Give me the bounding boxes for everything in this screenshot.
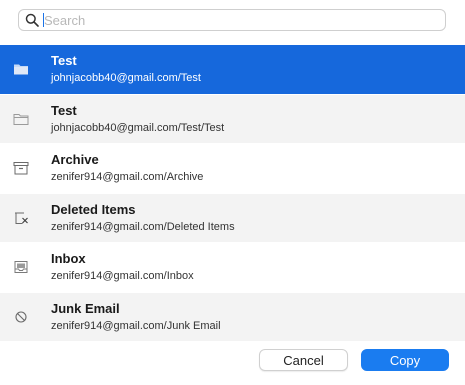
folder-row[interactable]: Test johnjacobb40@gmail.com/Test — [0, 45, 465, 95]
inbox-icon — [14, 261, 28, 273]
copy-button[interactable]: Copy — [361, 349, 449, 371]
folder-name: Inbox — [51, 251, 86, 266]
trash-icon — [15, 212, 28, 224]
folder-path: johnjacobb40@gmail.com/Test — [51, 72, 201, 84]
folder-name: Deleted Items — [51, 201, 136, 217]
folder-path: zenifer914@gmail.com/Archive — [51, 171, 204, 183]
folder-list: Test johnjacobb40@gmail.com/Test Test jo… — [0, 45, 465, 342]
junk-icon — [15, 310, 27, 323]
folder-name: Archive — [51, 152, 99, 167]
folder-name: Junk Email — [51, 300, 120, 316]
cancel-button[interactable]: Cancel — [259, 349, 348, 371]
folder-path: johnjacobb40@gmail.com/Test/Test — [51, 121, 225, 134]
folder-row[interactable]: Junk Email zenifer914@gmail.com/Junk Ema… — [0, 292, 465, 342]
folder-name: Test — [51, 102, 77, 118]
archive-icon — [13, 162, 29, 175]
folder-path: zenifer914@gmail.com/Inbox — [51, 270, 194, 282]
folder-row[interactable]: Deleted Items zenifer914@gmail.com/Delet… — [0, 193, 465, 243]
folder-row[interactable]: Test johnjacobb40@gmail.com/Test/Test — [0, 94, 465, 144]
search-icon — [25, 13, 39, 27]
folder-row[interactable]: Archive zenifer914@gmail.com/Archive — [0, 144, 465, 194]
folder-row[interactable]: Inbox zenifer914@gmail.com/Inbox — [0, 243, 465, 293]
search-field[interactable] — [18, 9, 446, 31]
folder-path: zenifer914@gmail.com/Junk Email — [51, 319, 221, 332]
folder-path: zenifer914@gmail.com/Deleted Items — [51, 220, 235, 233]
folder-icon — [13, 113, 29, 125]
text-caret — [43, 13, 44, 27]
folder-icon — [14, 64, 28, 75]
search-input[interactable] — [44, 12, 439, 28]
folder-name: Test — [51, 53, 77, 68]
